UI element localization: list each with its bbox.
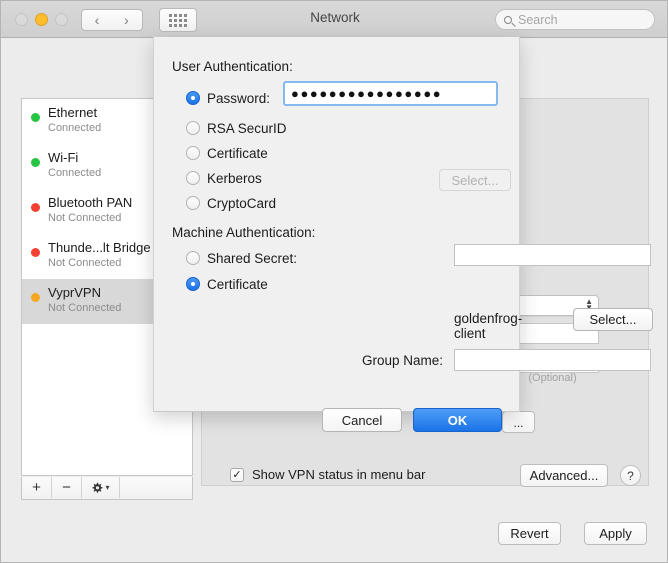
- radio-machine-certificate[interactable]: Certificate: [186, 275, 268, 293]
- search-icon: [504, 15, 512, 24]
- help-button[interactable]: ?: [620, 465, 641, 486]
- group-name-hint: (Optional): [528, 372, 577, 384]
- radio-unselected-icon: [186, 171, 200, 185]
- status-dot: [31, 203, 40, 212]
- shared-secret-input[interactable]: [454, 244, 651, 266]
- search-input[interactable]: Search: [495, 9, 655, 30]
- chevron-down-icon: ▾: [105, 483, 110, 492]
- machine-authentication-heading: Machine Authentication:: [172, 225, 316, 240]
- radio-label: Certificate: [207, 145, 268, 161]
- authentication-settings-sheet: User Authentication: Password: ●●●●●●●●●…: [153, 37, 653, 432]
- machine-certificate-name: goldenfrog-client: [454, 311, 523, 341]
- network-preferences-window: ‹ › Network Search ▲▼ ... ✓: [0, 0, 668, 563]
- status-dot: [31, 113, 40, 122]
- radio-label: RSA SecurID: [207, 120, 287, 136]
- ok-button[interactable]: OK: [413, 408, 502, 432]
- radio-selected-icon: [186, 277, 200, 291]
- radio-unselected-icon: [186, 251, 200, 265]
- service-actions-button[interactable]: ▾: [82, 477, 120, 498]
- group-name-input[interactable]: [454, 349, 651, 371]
- revert-button[interactable]: Revert: [498, 522, 561, 545]
- machine-certificate-select-button[interactable]: Select...: [573, 308, 653, 331]
- radio-unselected-icon: [186, 146, 200, 160]
- radio-user-password[interactable]: Password:: [186, 89, 270, 107]
- radio-unselected-icon: [186, 121, 200, 135]
- radio-user-kerberos[interactable]: Kerberos: [186, 169, 262, 187]
- radio-machine-shared-secret[interactable]: Shared Secret:: [186, 249, 297, 267]
- add-service-button[interactable]: +: [22, 477, 52, 498]
- radio-label: Shared Secret:: [207, 250, 298, 266]
- search-placeholder: Search: [518, 12, 558, 27]
- radio-label: Kerberos: [207, 170, 262, 186]
- password-masked-value: ●●●●●●●●●●●●●●●●: [291, 87, 443, 100]
- advanced-button[interactable]: Advanced...: [520, 464, 608, 487]
- radio-label: Password:: [207, 90, 271, 106]
- apply-button[interactable]: Apply: [584, 522, 647, 545]
- group-name-label: Group Name:: [362, 353, 444, 368]
- services-list-toolbar: + − ▾: [21, 477, 193, 500]
- radio-selected-icon: [186, 91, 200, 105]
- show-vpn-status-checkbox[interactable]: ✓ Show VPN status in menu bar: [230, 467, 425, 482]
- checkbox-checked-icon: ✓: [230, 467, 244, 482]
- status-dot: [31, 293, 40, 302]
- radio-label: CryptoCard: [207, 195, 277, 211]
- gear-icon: [91, 482, 103, 494]
- cancel-button[interactable]: Cancel: [322, 408, 402, 432]
- show-vpn-status-label: Show VPN status in menu bar: [252, 467, 426, 482]
- user-authentication-heading: User Authentication:: [172, 59, 293, 74]
- radio-user-rsa-securid[interactable]: RSA SecurID: [186, 119, 287, 137]
- radio-user-certificate[interactable]: Certificate: [186, 144, 268, 162]
- radio-unselected-icon: [186, 196, 200, 210]
- radio-label: Certificate: [207, 276, 268, 292]
- user-certificate-select-button: Select...: [439, 169, 511, 191]
- password-input[interactable]: ●●●●●●●●●●●●●●●●: [283, 81, 498, 106]
- status-dot: [31, 248, 40, 257]
- config-more-button[interactable]: ...: [502, 411, 535, 433]
- status-dot: [31, 158, 40, 167]
- remove-service-button[interactable]: −: [52, 477, 82, 498]
- radio-user-cryptocard[interactable]: CryptoCard: [186, 194, 276, 212]
- title-bar: ‹ › Network Search: [1, 1, 667, 38]
